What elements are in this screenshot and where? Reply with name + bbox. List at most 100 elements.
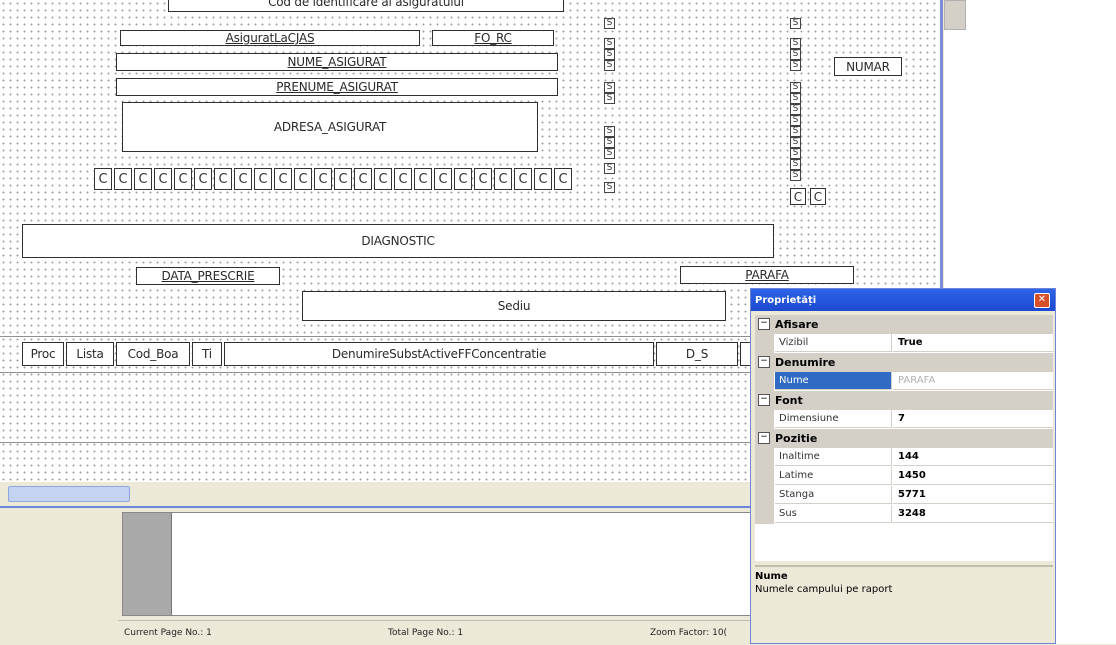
property-row-nume[interactable]: Nume PARAFA <box>755 372 1053 391</box>
collapse-icon[interactable]: − <box>758 394 770 406</box>
c-char-box[interactable]: C <box>254 168 272 190</box>
c-char-box[interactable]: C <box>194 168 212 190</box>
header-cod-boa[interactable]: Cod_Boa <box>116 342 190 366</box>
properties-panel[interactable]: Proprietăți ✕ − Afisare Vizibil True − D… <box>750 288 1056 644</box>
sediu-field[interactable]: Sediu <box>302 291 726 321</box>
horizontal-scrollbar-thumb[interactable] <box>8 486 130 502</box>
property-row-vizibil[interactable]: Vizibil True <box>755 334 1053 353</box>
c-char-box[interactable]: C <box>294 168 312 190</box>
c-char-box[interactable]: C <box>114 168 132 190</box>
property-row-sus[interactable]: Sus 3248 <box>755 505 1053 524</box>
c-char-box[interactable]: C <box>234 168 252 190</box>
data-prescrie-field[interactable]: DATA_PRESCRIE <box>136 267 280 285</box>
c-char-box[interactable]: C <box>134 168 152 190</box>
s-char-box[interactable]: S <box>790 170 801 181</box>
c-char-box[interactable]: C <box>394 168 412 190</box>
header-ti[interactable]: Ti <box>192 342 222 366</box>
header-d-s[interactable]: D_S <box>656 342 738 366</box>
s-char-box[interactable]: S <box>604 126 615 137</box>
s-char-box[interactable]: S <box>604 93 615 104</box>
header-lista[interactable]: Lista <box>66 342 114 366</box>
s-char-label: S <box>792 18 799 28</box>
s-char-box[interactable]: S <box>604 38 615 49</box>
nume-asigurat-field[interactable]: NUME_ASIGURAT <box>116 53 558 71</box>
c-char-box[interactable]: C <box>174 168 192 190</box>
property-value[interactable]: 144 <box>893 448 1053 466</box>
c-char-box[interactable]: C <box>810 188 826 205</box>
s-char-box[interactable]: S <box>604 49 615 60</box>
s-char-label: S <box>606 148 613 158</box>
c-char-box[interactable]: C <box>434 168 452 190</box>
property-row-dimensiune[interactable]: Dimensiune 7 <box>755 410 1053 429</box>
c-char-box[interactable]: C <box>374 168 392 190</box>
s-char-box[interactable]: S <box>790 104 801 115</box>
category-pozitie[interactable]: − Pozitie <box>755 429 1053 448</box>
s-char-box[interactable]: S <box>790 159 801 170</box>
category-afisare[interactable]: − Afisare <box>755 315 1053 334</box>
s-char-box[interactable]: S <box>790 148 801 159</box>
s-char-box[interactable]: S <box>604 60 615 71</box>
collapse-icon[interactable]: − <box>758 318 770 330</box>
s-char-box[interactable]: S <box>790 126 801 137</box>
diagnostic-field[interactable]: DIAGNOSTIC <box>22 224 774 258</box>
c-char-box[interactable]: C <box>454 168 472 190</box>
c-char-box[interactable]: C <box>314 168 332 190</box>
vertical-scrollbar-thumb[interactable] <box>944 0 966 30</box>
s-char-box[interactable]: S <box>790 93 801 104</box>
collapse-icon[interactable]: − <box>758 432 770 444</box>
property-row-stanga[interactable]: Stanga 5771 <box>755 486 1053 505</box>
s-char-box[interactable]: S <box>604 148 615 159</box>
properties-titlebar[interactable]: Proprietăți ✕ <box>751 289 1055 311</box>
s-char-box[interactable]: S <box>604 163 615 174</box>
c-char-box[interactable]: C <box>474 168 492 190</box>
s-char-box[interactable]: S <box>790 115 801 126</box>
property-value[interactable]: PARAFA <box>893 372 1053 390</box>
fo-rc-field[interactable]: FO_RC <box>432 30 554 46</box>
c-char-box[interactable]: C <box>354 168 372 190</box>
asigurat-cjas-field[interactable]: AsiguratLaCJAS <box>120 30 420 46</box>
c-char-box[interactable]: C <box>274 168 292 190</box>
c-char-box[interactable]: C <box>154 168 172 190</box>
adresa-asigurat-field[interactable]: ADRESA_ASIGURAT <box>122 102 538 152</box>
s-char-box[interactable]: S <box>790 18 801 29</box>
category-denumire[interactable]: − Denumire <box>755 353 1053 372</box>
parafa-field[interactable]: PARAFA <box>680 266 854 284</box>
c-char-box[interactable]: C <box>334 168 352 190</box>
header-denumire[interactable]: DenumireSubstActiveFFConcentratie <box>224 342 654 366</box>
s-char-box[interactable]: S <box>790 38 801 49</box>
c-char-box[interactable]: C <box>514 168 532 190</box>
c-char-box[interactable]: C <box>494 168 512 190</box>
id-asigurat-field[interactable]: Cod de identificare al asiguratului <box>168 0 564 12</box>
c-char-box[interactable]: C <box>790 188 806 205</box>
description-splitter[interactable] <box>755 565 1053 567</box>
s-char-box[interactable]: S <box>790 60 801 71</box>
prenume-asigurat-field[interactable]: PRENUME_ASIGURAT <box>116 78 558 96</box>
c-char-box[interactable]: C <box>534 168 552 190</box>
property-grid[interactable]: − Afisare Vizibil True − Denumire Nume P… <box>755 315 1053 561</box>
s-char-box[interactable]: S <box>790 137 801 148</box>
c-char-box[interactable]: C <box>94 168 112 190</box>
property-row-latime[interactable]: Latime 1450 <box>755 467 1053 486</box>
s-char-box[interactable]: S <box>604 82 615 93</box>
close-icon[interactable]: ✕ <box>1034 293 1050 308</box>
numar-field[interactable]: NUMAR <box>834 57 902 76</box>
property-value[interactable]: 3248 <box>893 505 1053 523</box>
s-char-box[interactable]: S <box>790 49 801 60</box>
property-value[interactable]: 5771 <box>893 486 1053 504</box>
header-proc[interactable]: Proc <box>22 342 64 366</box>
c-char-box[interactable]: C <box>554 168 572 190</box>
s-char-box[interactable]: S <box>604 182 615 193</box>
c-char-box[interactable]: C <box>414 168 432 190</box>
category-label: Font <box>775 394 803 407</box>
property-row-inaltime[interactable]: Inaltime 144 <box>755 448 1053 467</box>
s-char-box[interactable]: S <box>604 137 615 148</box>
property-value[interactable]: 1450 <box>893 467 1053 485</box>
property-value[interactable]: True <box>893 334 1053 352</box>
id-asigurat-label: Cod de identificare al asiguratului <box>268 0 464 9</box>
collapse-icon[interactable]: − <box>758 356 770 368</box>
s-char-box[interactable]: S <box>790 82 801 93</box>
category-font[interactable]: − Font <box>755 391 1053 410</box>
c-char-box[interactable]: C <box>214 168 232 190</box>
property-value[interactable]: 7 <box>893 410 1053 428</box>
s-char-box[interactable]: S <box>604 18 615 29</box>
